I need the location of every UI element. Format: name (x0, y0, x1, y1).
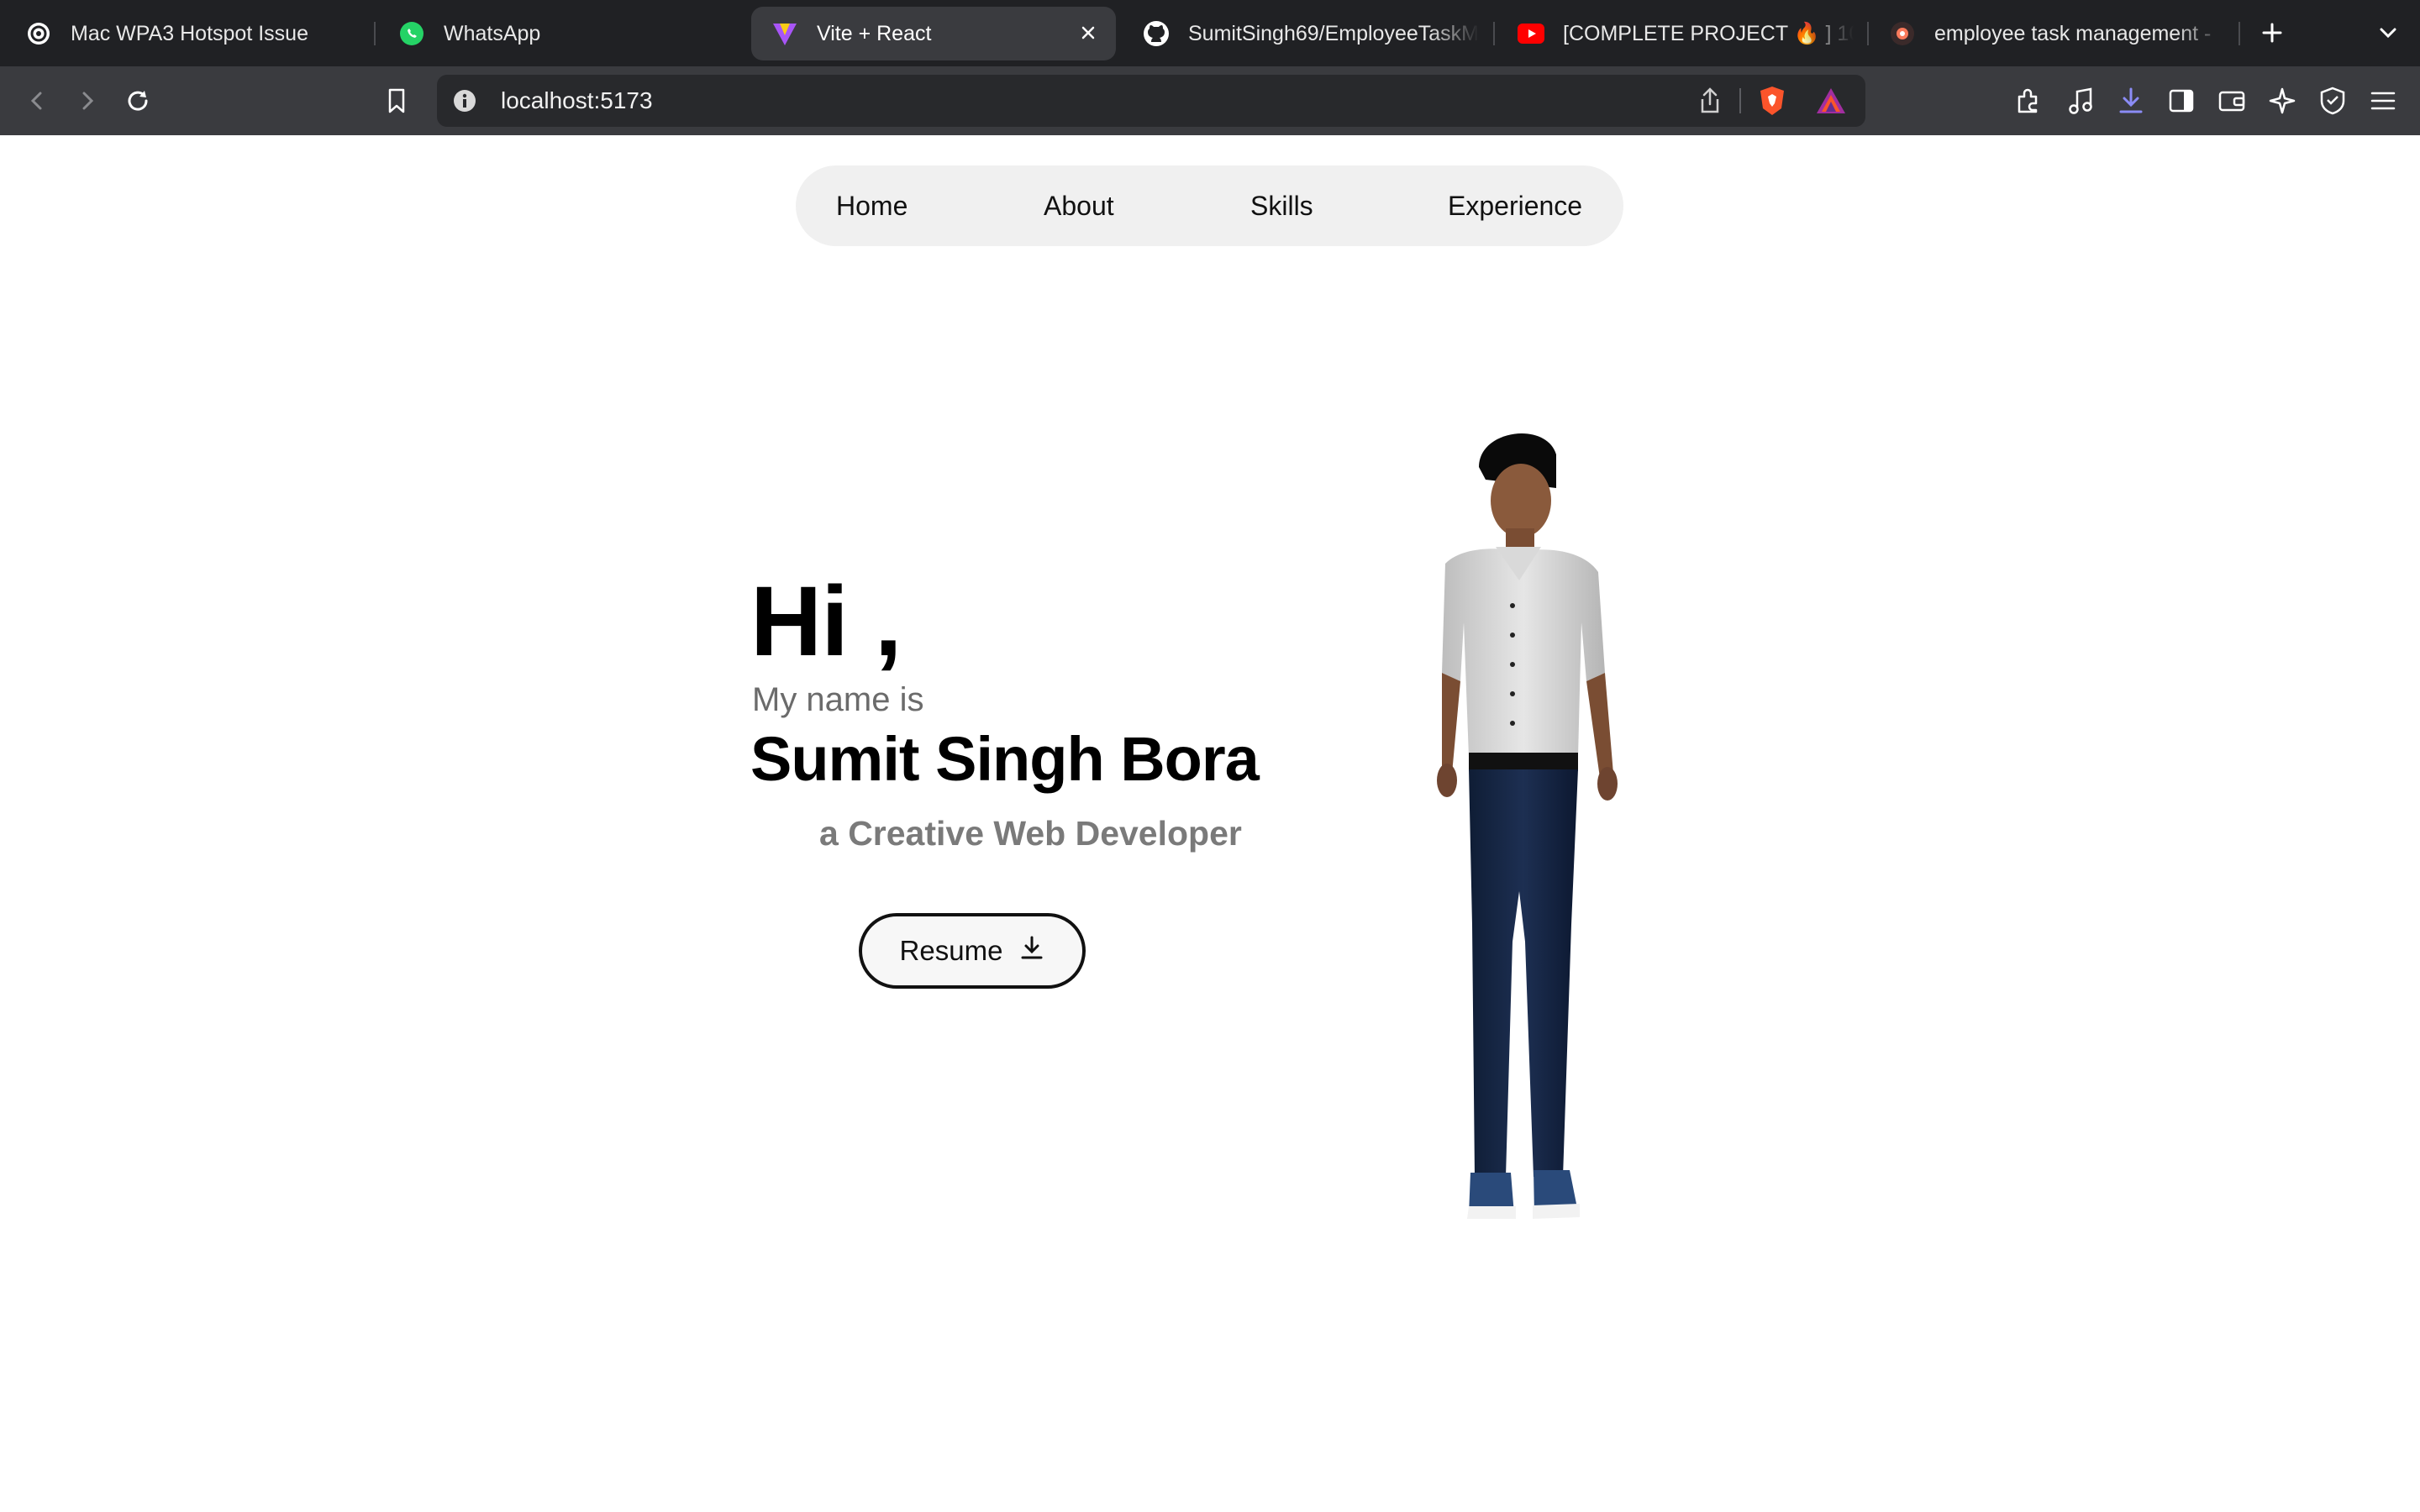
url-text: localhost:5173 (501, 87, 653, 113)
youtube-icon (1518, 20, 1544, 47)
tab-whatsapp[interactable]: WhatsApp (398, 7, 734, 60)
vite-icon (771, 20, 798, 47)
media-music-icon[interactable] (2060, 81, 2101, 121)
nav-item-skills[interactable]: Skills (1250, 191, 1313, 222)
browser-toolbar: localhost:5173 (0, 66, 2420, 135)
greeting-heading: Hi , (750, 566, 902, 677)
tab-separator (1867, 22, 1869, 45)
extensions-icon[interactable] (2008, 81, 2049, 121)
downloads-icon[interactable] (2111, 81, 2151, 121)
close-tab-icon[interactable] (1074, 18, 1102, 47)
back-icon[interactable] (17, 81, 57, 121)
bookmark-icon[interactable] (376, 81, 417, 121)
tab-separator (374, 22, 376, 45)
tab-vite-react[interactable]: Vite + React (751, 7, 1116, 60)
top-nav: Home About Skills Experience (796, 165, 1623, 246)
new-tab-button[interactable] (2252, 13, 2292, 53)
sidebar-toggle-icon[interactable] (2161, 81, 2202, 121)
resume-download-button[interactable]: Resume (859, 913, 1086, 989)
tab-separator (2238, 22, 2240, 45)
tab-separator (1493, 22, 1495, 45)
tab-github[interactable]: SumitSingh69/EmployeeTaskM (1143, 7, 1479, 60)
vpn-shield-icon[interactable] (2312, 81, 2353, 121)
tab-bar: Mac WPA3 Hotspot Issue WhatsApp Vite + R… (0, 0, 2420, 66)
address-bar[interactable]: localhost:5173 (437, 75, 1865, 127)
forward-icon[interactable] (67, 81, 108, 121)
tab-title: WhatsApp (444, 21, 541, 45)
tab-title: employee task management - (1934, 21, 2212, 45)
tab-list-chevron-icon[interactable] (2368, 13, 2408, 53)
tab-mac-wpa3[interactable]: Mac WPA3 Hotspot Issue (25, 7, 361, 60)
tab-title: Vite + React (817, 21, 932, 45)
wallet-icon[interactable] (2212, 81, 2252, 121)
nav-item-about[interactable]: About (1044, 191, 1114, 222)
tab-title: Mac WPA3 Hotspot Issue (71, 21, 308, 45)
whatsapp-icon (398, 20, 425, 47)
brave-search-icon (1889, 20, 1916, 47)
tagline-text: a Creative Web Developer (819, 814, 1242, 853)
tab-employee-task[interactable]: employee task management - (1889, 7, 2225, 60)
nav-item-experience[interactable]: Experience (1448, 191, 1582, 222)
intro-text: My name is (752, 681, 924, 718)
github-icon (1143, 20, 1170, 47)
brave-shields-icon[interactable] (1758, 85, 1786, 121)
download-icon (1019, 935, 1044, 967)
site-info-icon[interactable] (452, 88, 477, 118)
leo-ai-icon[interactable] (2262, 81, 2302, 121)
openai-icon (25, 20, 52, 47)
share-icon[interactable] (1697, 87, 1723, 119)
developer-name: Sumit Singh Bora (750, 724, 1260, 794)
nav-item-home[interactable]: Home (836, 191, 908, 222)
brave-rewards-icon[interactable] (1815, 87, 1847, 119)
3d-avatar-character (1437, 433, 1618, 1219)
menu-icon[interactable] (2363, 81, 2403, 121)
resume-label: Resume (899, 935, 1003, 966)
reload-icon[interactable] (118, 81, 158, 121)
portfolio-page: Home About Skills Experience Hi , My nam… (0, 135, 2420, 1512)
tab-youtube[interactable]: [COMPLETE PROJECT 🔥 ] 10 (1518, 7, 1854, 60)
